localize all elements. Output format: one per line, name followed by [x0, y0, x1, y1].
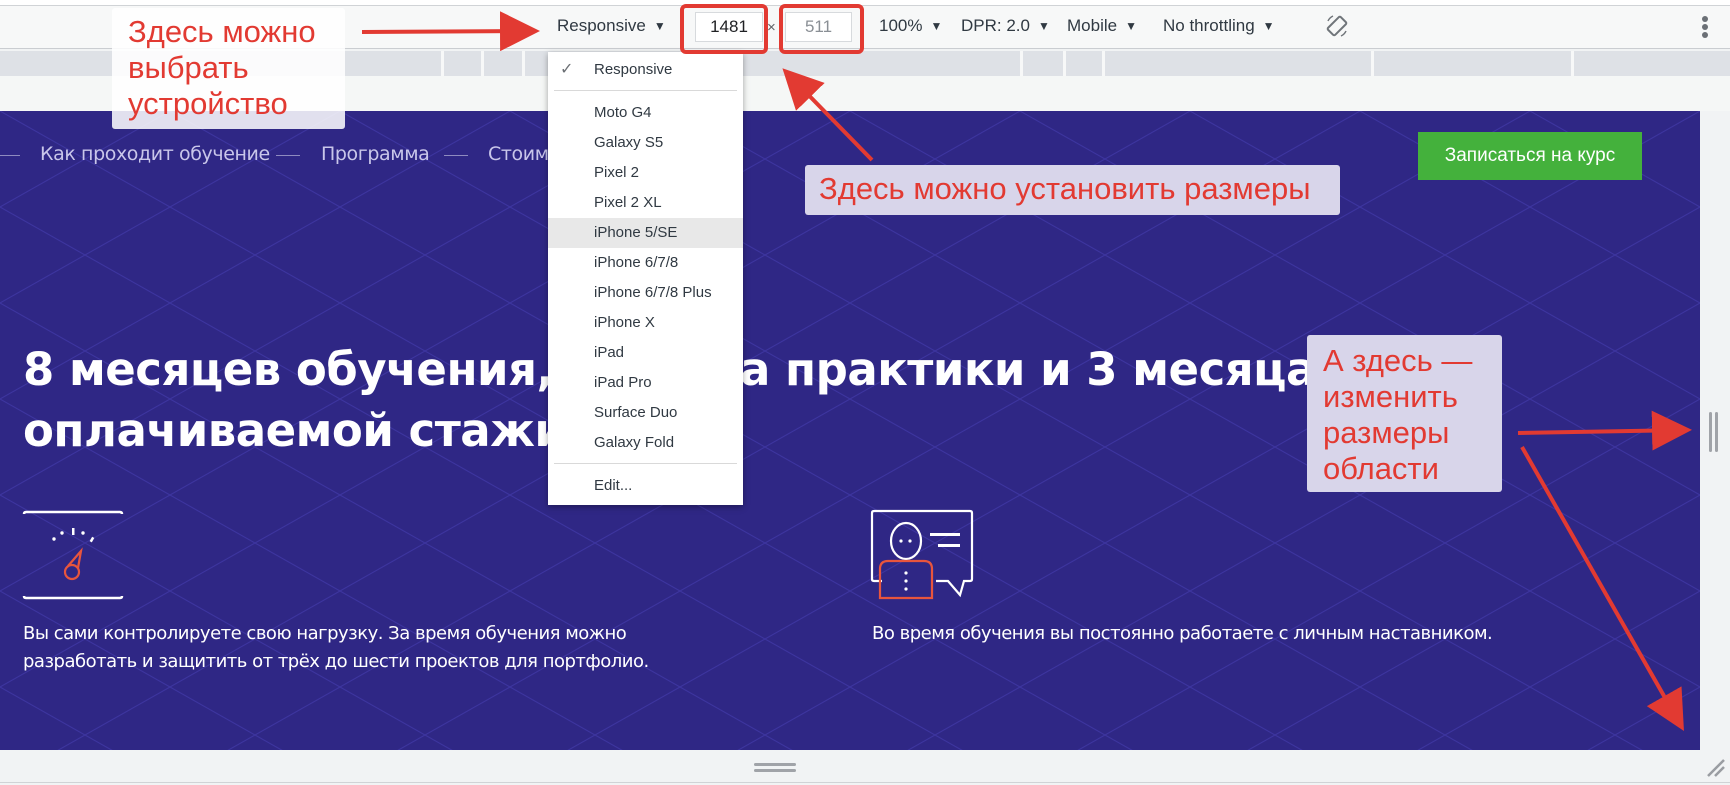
device-option[interactable]: Surface Duo [548, 398, 743, 428]
media-query-divider [1571, 51, 1574, 76]
dpr-label: DPR: 2.0 [961, 16, 1030, 35]
device-option-label: Responsive [594, 61, 673, 78]
edit-devices-option[interactable]: Edit... [548, 471, 743, 501]
device-option[interactable]: Galaxy S5 [548, 128, 743, 158]
feature-1-line1: Вы сами контролируете свою нагрузку. За … [23, 623, 627, 644]
nav-link-price[interactable]: Стоим [488, 143, 549, 165]
device-option[interactable]: iPhone 6/7/8 Plus [548, 278, 743, 308]
headline-line1-right: а практики и 3 месяца [740, 343, 1316, 396]
zoom-select[interactable]: 100% ▼ [879, 16, 942, 36]
rotate-icon[interactable] [1323, 12, 1351, 40]
devtools-device-mode: Responsive ▼ 1481 × 511 100% ▼ DPR: 2.0 … [0, 0, 1730, 785]
media-query-divider [1063, 51, 1066, 76]
annotation-line: выбрать [128, 50, 249, 85]
device-option[interactable]: iPhone X [548, 308, 743, 338]
feature-1-text: Вы сами контролируете свою нагрузку. За … [23, 620, 723, 676]
nav-link-how[interactable]: Как проходит обучение [40, 143, 270, 165]
annotation-line: размеры [1323, 415, 1450, 450]
device-option[interactable]: Moto G4 [548, 98, 743, 128]
zoom-label: 100% [879, 16, 923, 35]
device-option[interactable]: iPad Pro [548, 368, 743, 398]
menu-divider [554, 463, 737, 464]
media-query-divider [1371, 51, 1374, 76]
media-query-divider [481, 51, 484, 76]
gauge-icon [22, 510, 124, 600]
enroll-button[interactable]: Записаться на курс [1418, 132, 1642, 180]
mentor-chat-icon [870, 509, 974, 600]
chevron-down-icon: ▼ [653, 19, 666, 33]
chevron-down-icon: ▼ [1125, 19, 1137, 33]
nav-link-program[interactable]: Программа [321, 143, 430, 165]
annotation-line: области [1323, 451, 1439, 486]
annotation-line: устройство [128, 86, 288, 121]
right-resize-handle[interactable] [1708, 412, 1720, 452]
nav-dash [0, 155, 20, 156]
height-highlight-frame [779, 4, 864, 54]
device-option-highlighted[interactable]: iPhone 5/SE [548, 218, 743, 248]
headline-line1-left: 8 месяцев обучения, [23, 343, 554, 396]
mode-select[interactable]: Mobile ▼ [1067, 16, 1137, 36]
media-query-divider [522, 51, 525, 76]
annotation-line: изменить [1323, 379, 1458, 414]
throttling-select[interactable]: No throttling ▼ [1163, 16, 1275, 36]
menu-divider [554, 90, 737, 91]
annotation-dimensions: Здесь можно установить размеры [805, 165, 1340, 215]
dpr-select[interactable]: DPR: 2.0 ▼ [961, 16, 1050, 36]
mode-label: Mobile [1067, 16, 1118, 35]
device-dropdown-menu: ✓ Responsive Moto G4 Galaxy S5 Pixel 2 P… [548, 52, 743, 505]
feature-2-line1: Во время обучения вы постоянно работаете… [872, 623, 1493, 644]
nav-dash [276, 155, 300, 156]
chevron-down-icon: ▼ [1262, 19, 1275, 33]
throttling-label: No throttling [1163, 16, 1255, 35]
device-option[interactable]: Pixel 2 XL [548, 188, 743, 218]
device-select[interactable]: Responsive ▼ [557, 16, 666, 36]
media-query-divider [441, 51, 444, 76]
width-highlight-frame [680, 4, 768, 54]
feature-1-line2: разработать и защитить от трёх до шести … [23, 651, 649, 672]
annotation-line: Здесь можно [128, 14, 316, 49]
corner-resize-handle[interactable] [1704, 756, 1726, 778]
device-option[interactable]: iPhone 6/7/8 [548, 248, 743, 278]
feature-2-text: Во время обучения вы постоянно работаете… [872, 620, 1572, 648]
annotation-device: Здесь можно выбрать устройство [112, 8, 345, 129]
device-option-responsive[interactable]: ✓ Responsive [548, 55, 743, 85]
chevron-down-icon: ▼ [930, 19, 943, 33]
device-select-label: Responsive [557, 16, 646, 35]
bottom-border [0, 782, 1730, 783]
media-query-divider [1020, 51, 1023, 76]
chevron-down-icon: ▼ [1037, 19, 1050, 33]
checkmark-icon: ✓ [560, 61, 574, 78]
more-options-icon[interactable] [1698, 14, 1712, 42]
headline-line2: оплачиваемой стажи [23, 404, 566, 457]
nav-dash [444, 155, 468, 156]
dimension-separator: × [767, 19, 776, 36]
device-option[interactable]: Pixel 2 [548, 158, 743, 188]
device-option[interactable]: iPad [548, 338, 743, 368]
annotation-resize: А здесь — изменить размеры области [1307, 335, 1502, 492]
bottom-resize-handle[interactable] [754, 760, 796, 774]
device-option[interactable]: Galaxy Fold [548, 428, 743, 458]
media-query-divider [1102, 51, 1105, 76]
annotation-line: А здесь — [1323, 343, 1473, 378]
